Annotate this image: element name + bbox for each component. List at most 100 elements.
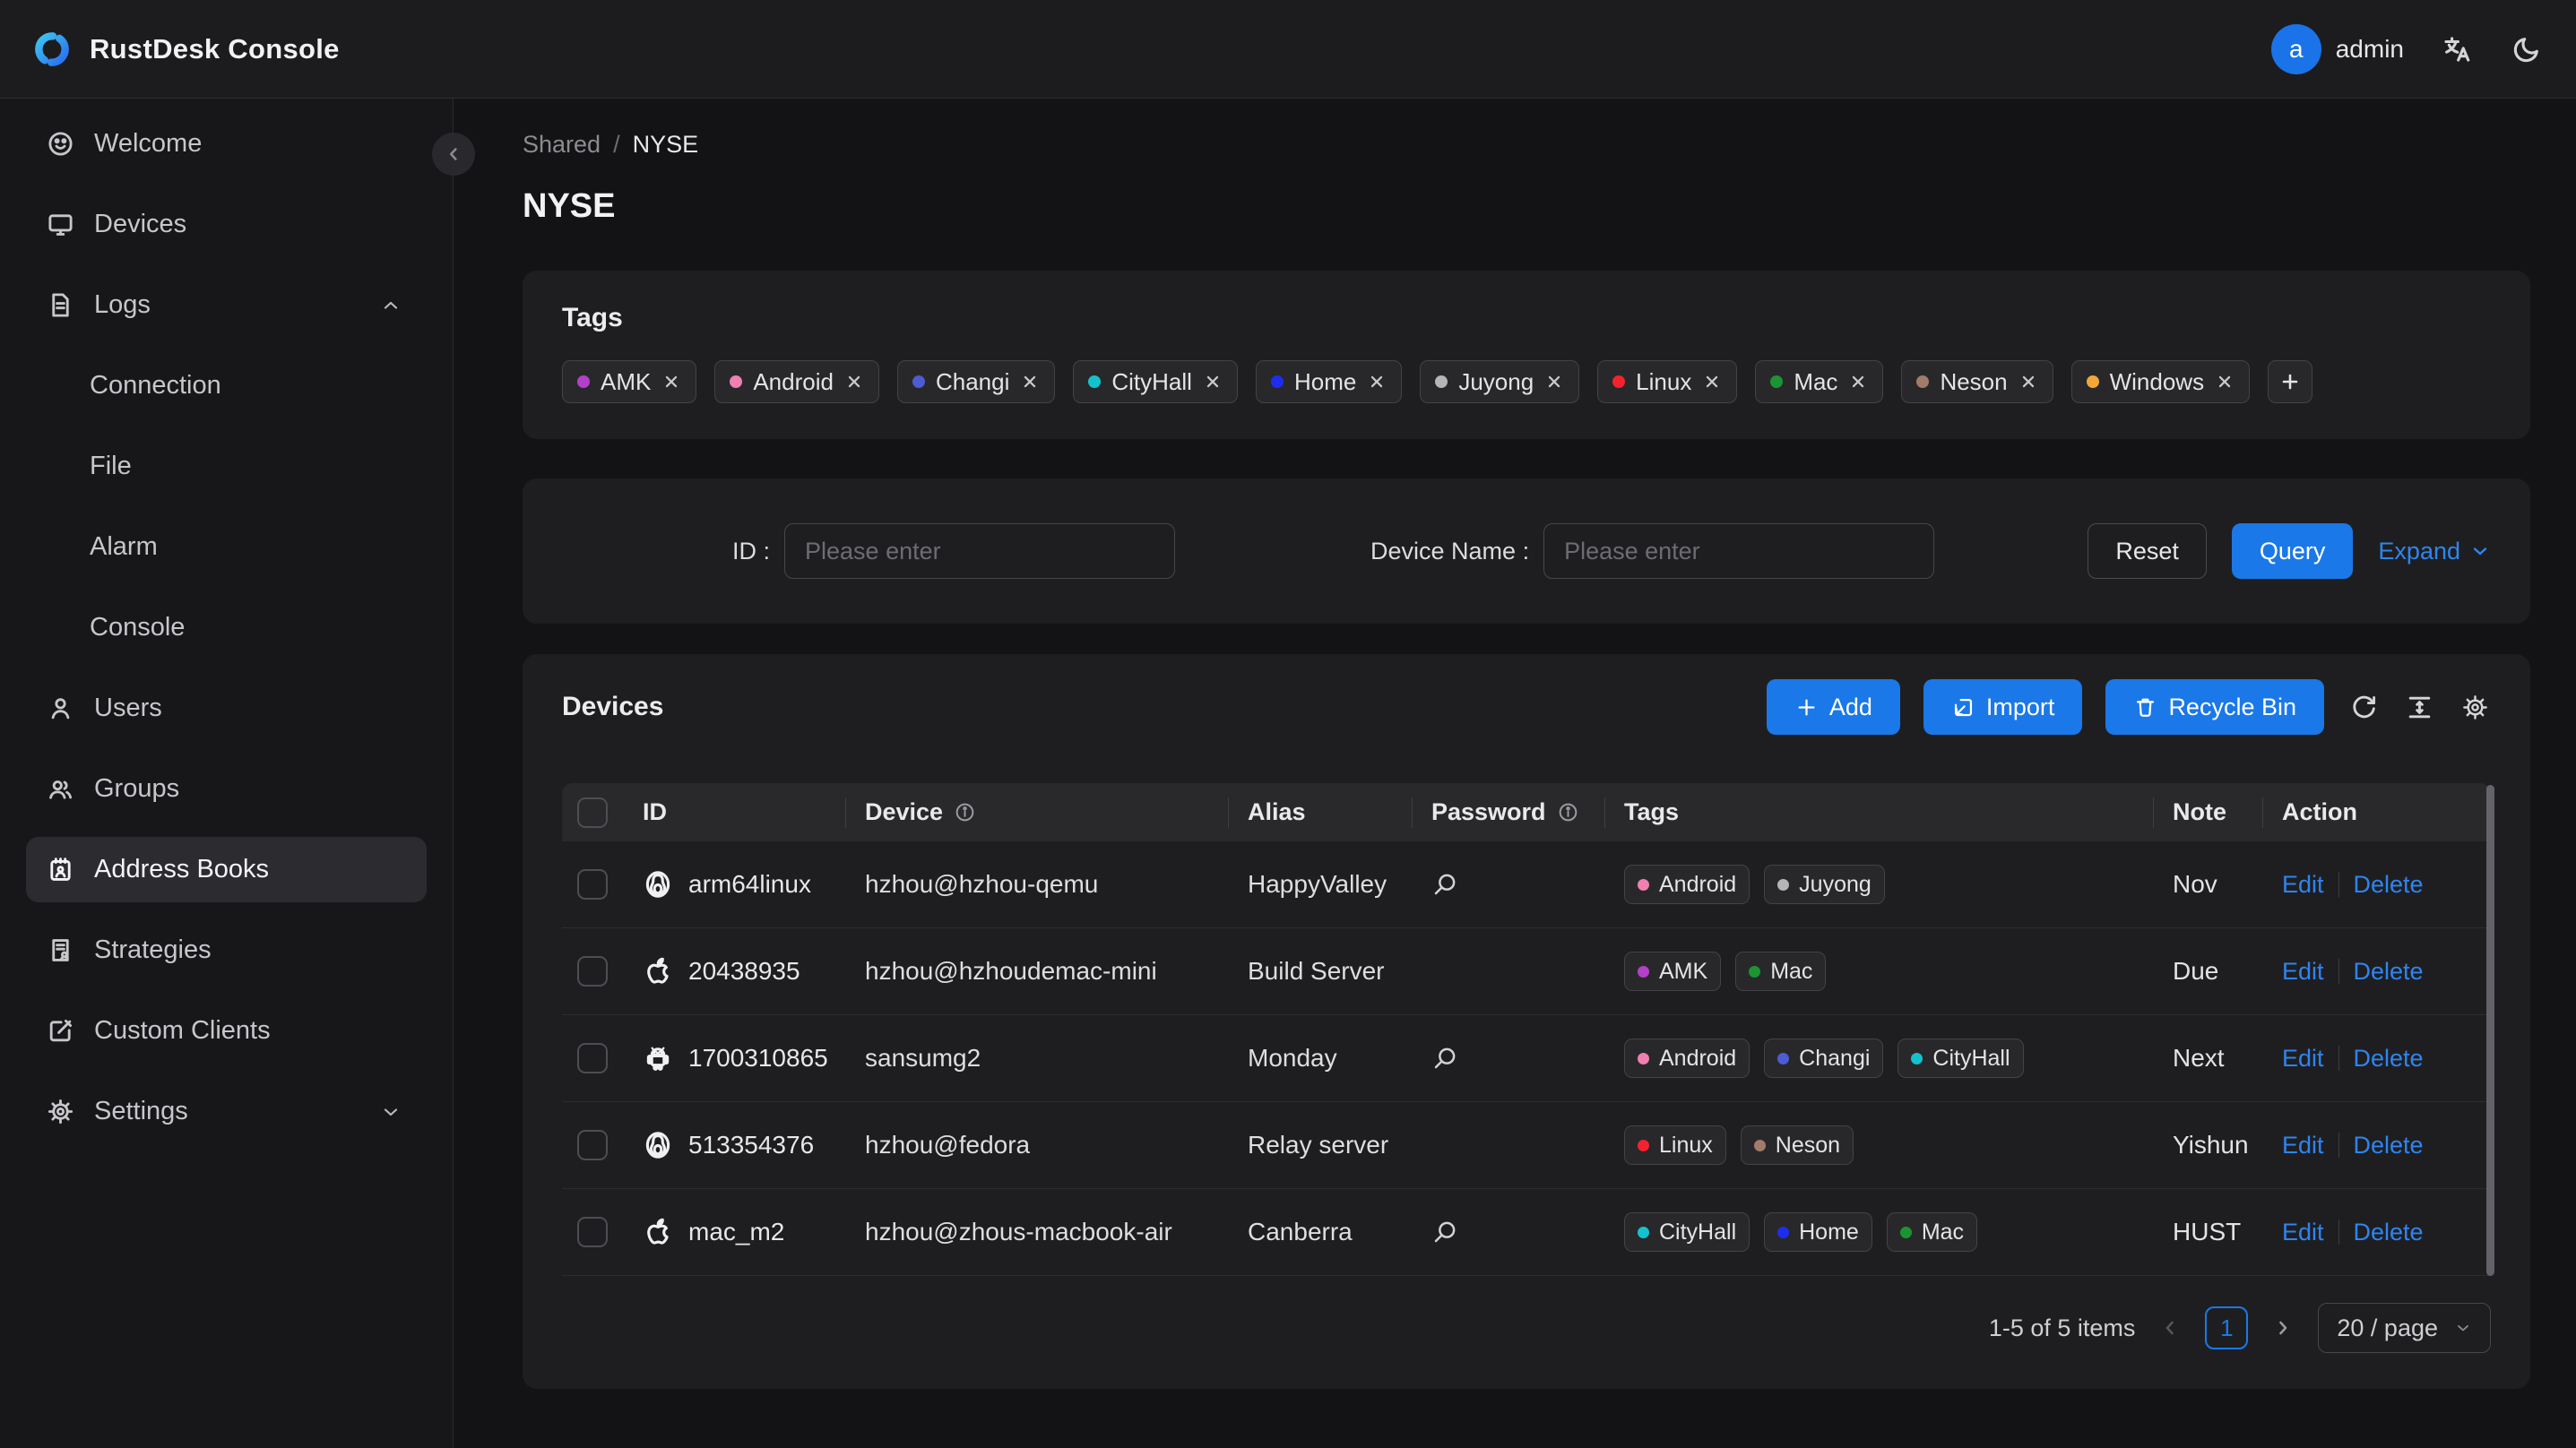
- import-button[interactable]: Import: [1923, 679, 2083, 735]
- recycle-bin-button[interactable]: Recycle Bin: [2105, 679, 2324, 735]
- device-note: HUST: [2173, 1218, 2242, 1245]
- previous-page-icon[interactable]: [2158, 1316, 2182, 1340]
- view-password-icon[interactable]: [1431, 871, 1458, 898]
- tag-color-dot: [912, 375, 925, 388]
- sidebar-item-welcome[interactable]: Welcome: [26, 111, 427, 177]
- delete-link[interactable]: Delete: [2354, 1132, 2424, 1159]
- pagination: 1-5 of 5 items 1 20 / page: [562, 1303, 2491, 1353]
- tag-chip: Juyong: [1420, 360, 1580, 403]
- edit-link[interactable]: Edit: [2282, 958, 2324, 986]
- tag-label: Linux: [1636, 367, 1692, 395]
- sidebar-item-alarm[interactable]: Alarm: [26, 514, 427, 580]
- remove-tag-icon[interactable]: [1367, 372, 1387, 392]
- tag-color-dot: [1638, 878, 1649, 891]
- tag-color-dot: [730, 375, 743, 388]
- table-settings-gear-icon[interactable]: [2459, 691, 2491, 723]
- sidebar-item-devices[interactable]: Devices: [26, 192, 427, 257]
- row-checkbox[interactable]: [577, 1130, 608, 1160]
- edit-link[interactable]: Edit: [2282, 1219, 2324, 1246]
- sidebar-collapse-button[interactable]: [432, 133, 475, 176]
- avatar[interactable]: a: [2270, 23, 2321, 74]
- sidebar-item-label: Console: [90, 613, 186, 642]
- edit-link[interactable]: Edit: [2282, 1132, 2324, 1159]
- sidebar-item-users[interactable]: Users: [26, 676, 427, 741]
- remove-tag-icon[interactable]: [1848, 372, 1868, 392]
- device-note: Nov: [2173, 870, 2217, 898]
- column-header-password: Password: [1412, 783, 1604, 841]
- device-name-filter-input[interactable]: [1543, 523, 1935, 579]
- action-divider: [2338, 959, 2339, 984]
- refresh-icon[interactable]: [2347, 691, 2380, 723]
- row-checkbox[interactable]: [577, 1217, 608, 1247]
- device-name: hzhou@zhous-macbook-air: [865, 1218, 1172, 1245]
- table-scrollbar[interactable]: [2486, 785, 2494, 1276]
- next-page-icon[interactable]: [2271, 1316, 2295, 1340]
- query-button[interactable]: Query: [2231, 523, 2354, 579]
- info-icon[interactable]: [954, 801, 976, 823]
- user-icon: [47, 694, 74, 722]
- remove-tag-icon[interactable]: [2018, 372, 2038, 392]
- dark-mode-toggle[interactable]: [2510, 32, 2544, 66]
- sidebar-item-connection[interactable]: Connection: [26, 353, 427, 418]
- view-password-icon[interactable]: [1431, 1219, 1458, 1245]
- delete-link[interactable]: Delete: [2354, 958, 2424, 986]
- breadcrumb-parent[interactable]: Shared: [523, 131, 601, 159]
- tag-label: CityHall: [1932, 1045, 2010, 1071]
- sidebar-item-file[interactable]: File: [26, 434, 427, 499]
- reset-button[interactable]: Reset: [2088, 523, 2207, 579]
- sidebar-item-settings[interactable]: Settings: [26, 1079, 427, 1144]
- user-menu[interactable]: a admin: [2270, 23, 2404, 74]
- add-tag-button[interactable]: [2268, 360, 2313, 403]
- device-note: Next: [2173, 1044, 2225, 1072]
- remove-tag-icon[interactable]: [844, 372, 864, 392]
- remove-tag-icon[interactable]: [1020, 372, 1040, 392]
- sidebar-item-groups[interactable]: Groups: [26, 756, 427, 822]
- id-filter-input[interactable]: [784, 523, 1176, 579]
- row-height-icon[interactable]: [2403, 691, 2435, 723]
- chevron-down-icon: [2469, 540, 2491, 562]
- tag-chip: Windows: [2070, 360, 2251, 403]
- language-button[interactable]: [2440, 32, 2474, 66]
- chevron-left-icon: [444, 144, 463, 164]
- devices-title: Devices: [562, 692, 664, 721]
- remove-tag-icon[interactable]: [2215, 372, 2235, 392]
- id-filter-label: ID :: [732, 537, 771, 565]
- page-number-button[interactable]: 1: [2205, 1306, 2249, 1349]
- expand-toggle[interactable]: Expand: [2378, 538, 2491, 565]
- row-checkbox[interactable]: [577, 956, 608, 987]
- page-size-select[interactable]: 20 / page: [2318, 1303, 2491, 1353]
- delete-link[interactable]: Delete: [2354, 871, 2424, 899]
- tag-color-dot: [1916, 375, 1930, 388]
- sidebar-item-console[interactable]: Console: [26, 595, 427, 660]
- sidebar-item-address-books[interactable]: Address Books: [26, 837, 427, 902]
- device-note: Due: [2173, 957, 2219, 985]
- smiley-icon: [47, 130, 74, 158]
- remove-tag-icon[interactable]: [1702, 372, 1722, 392]
- tag-chip: Android: [714, 360, 879, 403]
- sidebar-item-label: Custom Clients: [94, 1016, 271, 1045]
- device-id: 20438935: [688, 957, 800, 985]
- remove-tag-icon[interactable]: [1544, 372, 1564, 392]
- view-password-icon[interactable]: [1431, 1045, 1458, 1072]
- sidebar-item-logs[interactable]: Logs: [26, 272, 427, 338]
- select-all-checkbox[interactable]: [577, 797, 608, 828]
- tag-label: Linux: [1659, 1132, 1713, 1158]
- tag-color-dot: [1638, 965, 1649, 978]
- remove-tag-icon[interactable]: [661, 372, 681, 392]
- edit-link[interactable]: Edit: [2282, 1045, 2324, 1073]
- trash-icon: [2133, 695, 2157, 720]
- sidebar-item-label: Welcome: [94, 129, 203, 158]
- sidebar-item-custom-clients[interactable]: Custom Clients: [26, 998, 427, 1064]
- add-device-button[interactable]: Add: [1766, 679, 1900, 735]
- row-checkbox[interactable]: [577, 1043, 608, 1073]
- main-content: Shared / NYSE NYSE Tags AMK Android Chan…: [454, 99, 2576, 1448]
- tag-label: Neson: [1940, 367, 2008, 395]
- info-icon[interactable]: [1557, 801, 1579, 823]
- row-checkbox[interactable]: [577, 869, 608, 900]
- tag-chip: CityHall: [1073, 360, 1238, 403]
- edit-link[interactable]: Edit: [2282, 871, 2324, 899]
- delete-link[interactable]: Delete: [2354, 1045, 2424, 1073]
- remove-tag-icon[interactable]: [1203, 372, 1223, 392]
- delete-link[interactable]: Delete: [2354, 1219, 2424, 1246]
- sidebar-item-strategies[interactable]: Strategies: [26, 918, 427, 983]
